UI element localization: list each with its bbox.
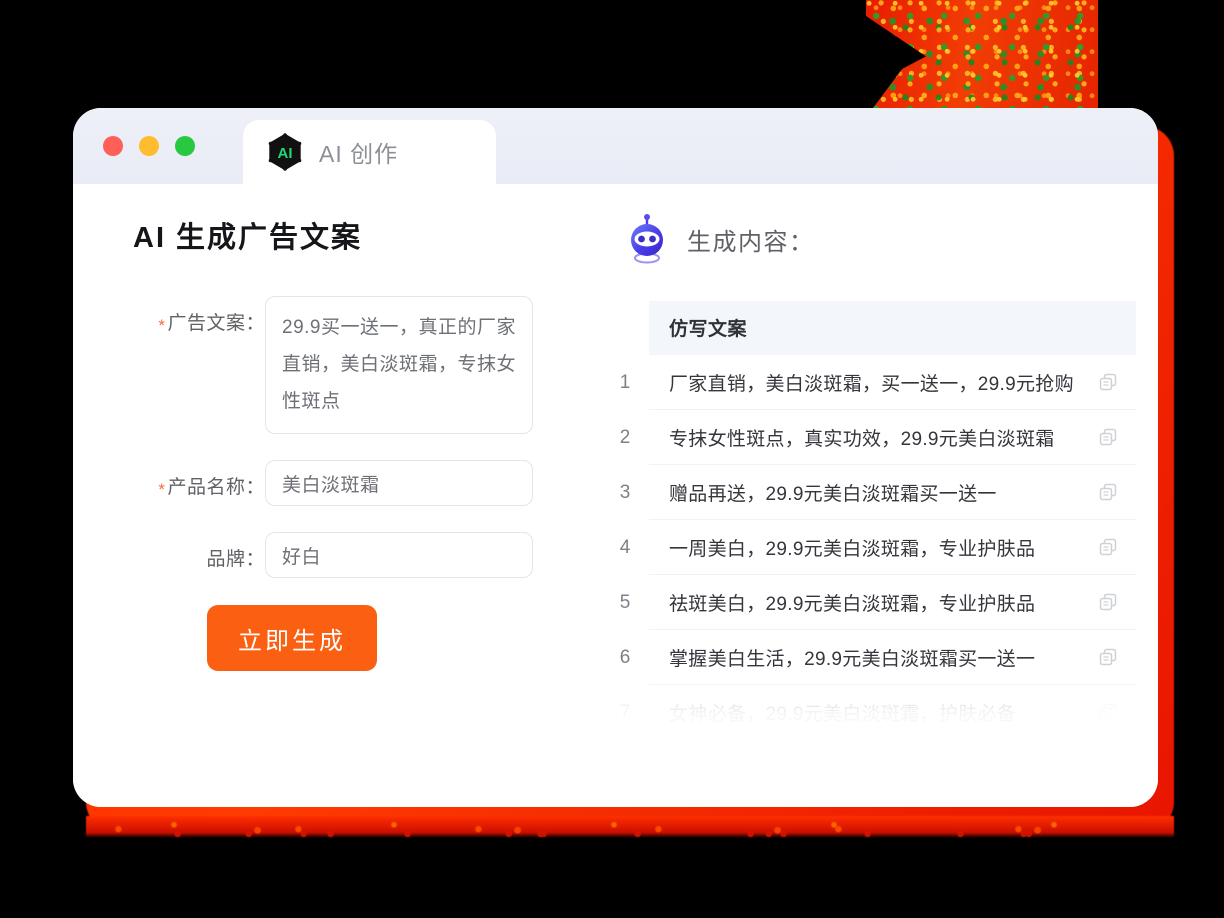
field-product-name: * 产品名称： 美白淡斑霜 <box>133 460 583 506</box>
close-button-icon[interactable] <box>103 136 123 156</box>
row-text: 厂家直销，美白淡斑霜，买一送一，29.9元抢购 <box>669 373 1074 395</box>
results-table-area: 仿写文案 1 厂家直销，美白淡斑霜，买一送一，29.9元抢购 2 专抹女性斑点，… <box>583 300 1136 746</box>
generate-button[interactable]: 立即生成 <box>207 605 377 671</box>
row-text: 专抹女性斑点，真实功效，29.9元美白淡斑霜 <box>669 428 1055 450</box>
table-row[interactable]: 4 一周美白，29.9元美白淡斑霜，专业护肤品 <box>601 520 1136 575</box>
field-ad-copy: * 广告文案： 29.9买一送一，真正的厂家直销，美白淡斑霜，专抹女性斑点 <box>133 296 583 434</box>
copy-icon[interactable] <box>1098 592 1118 612</box>
brand-input[interactable]: 好白 <box>265 532 533 578</box>
row-text: 掌握美白生活，29.9元美白淡斑霜买一送一 <box>669 648 1036 670</box>
table-header-row: 仿写文案 <box>601 300 1136 355</box>
row-number: 7 <box>619 701 631 723</box>
required-asterisk: * <box>158 316 166 335</box>
ad-copy-textarea[interactable]: 29.9买一送一，真正的厂家直销，美白淡斑霜，专抹女性斑点 <box>265 296 533 434</box>
tab-ai-creation[interactable]: AI AI 创作 <box>243 120 496 190</box>
traffic-lights <box>103 136 195 156</box>
row-number: 1 <box>619 371 631 393</box>
row-text: 一周美白，29.9元美白淡斑霜，专业护肤品 <box>669 538 1036 560</box>
copy-icon[interactable] <box>1098 702 1118 722</box>
decorative-red-artwork <box>866 0 1098 108</box>
page-title: AI 生成广告文案 <box>133 222 363 254</box>
row-number: 3 <box>619 481 631 503</box>
copy-icon[interactable] <box>1098 647 1118 667</box>
row-number: 4 <box>619 536 631 558</box>
copy-icon[interactable] <box>1098 537 1118 557</box>
field-label-brand: 品牌： <box>206 549 265 570</box>
table-row[interactable]: 2 专抹女性斑点，真实功效，29.9元美白淡斑霜 <box>601 410 1136 465</box>
row-number: 2 <box>619 426 631 448</box>
form-panel: AI 生成广告文案 * 广告文案： 29.9买一送一，真正的厂家直销，美白淡斑霜，… <box>73 214 583 807</box>
row-number: 6 <box>619 646 631 668</box>
row-text: 祛斑美白，29.9元美白淡斑霜，专业护肤品 <box>669 593 1036 615</box>
required-asterisk: * <box>158 480 166 499</box>
results-heading: 生成内容： <box>687 228 815 256</box>
screenshot-root: AI AI 创作 AI 生成广告文案 * 广告文案： 29.9买一送一，真正的厂家… <box>0 0 1224 918</box>
product-name-input[interactable]: 美白淡斑霜 <box>265 460 533 506</box>
table-row[interactable]: 7 女神必备，29.9元美白淡斑霜，护肤必备 <box>601 685 1136 740</box>
window-titlebar: AI AI 创作 <box>73 108 1158 190</box>
row-number: 5 <box>619 591 631 613</box>
app-window: AI AI 创作 AI 生成广告文案 * 广告文案： 29.9买一送一，真正的厂家… <box>73 108 1158 807</box>
minimize-button-icon[interactable] <box>139 136 159 156</box>
copy-icon[interactable] <box>1098 427 1118 447</box>
ai-hexagon-logo-icon: AI <box>268 133 302 171</box>
results-heading-row: 生成内容： <box>583 214 1136 264</box>
copy-icon[interactable] <box>1098 482 1118 502</box>
maximize-button-icon[interactable] <box>175 136 195 156</box>
field-label-ad-copy: * 广告文案： <box>158 313 265 335</box>
table-row[interactable]: 5 祛斑美白，29.9元美白淡斑霜，专业护肤品 <box>601 575 1136 630</box>
row-text: 赠品再送，29.9元美白淡斑霜买一送一 <box>669 483 997 505</box>
table-column-header: 仿写文案 <box>649 300 1136 355</box>
copy-icon[interactable] <box>1098 372 1118 392</box>
field-label-product-name: * 产品名称： <box>158 477 265 499</box>
robot-icon <box>631 214 663 264</box>
row-text: 女神必备，29.9元美白淡斑霜，护肤必备 <box>669 703 1016 725</box>
table-row[interactable]: 3 赠品再送，29.9元美白淡斑霜买一送一 <box>601 465 1136 520</box>
results-panel: 生成内容： 仿写文案 1 厂家直销，美白淡斑霜，买一送一，29.9元抢购 2 专… <box>583 214 1158 807</box>
field-brand: 品牌： 好白 <box>133 532 583 578</box>
tab-label: AI 创作 <box>319 141 399 167</box>
svg-text:AI: AI <box>278 145 293 162</box>
table-row[interactable]: 6 掌握美白生活，29.9元美白淡斑霜买一送一 <box>601 630 1136 685</box>
window-body: AI 生成广告文案 * 广告文案： 29.9买一送一，真正的厂家直销，美白淡斑霜，… <box>73 184 1158 807</box>
results-table: 仿写文案 1 厂家直销，美白淡斑霜，买一送一，29.9元抢购 2 专抹女性斑点，… <box>601 300 1136 740</box>
table-row[interactable]: 1 厂家直销，美白淡斑霜，买一送一，29.9元抢购 <box>601 355 1136 410</box>
shadow-speckles <box>150 828 1070 840</box>
